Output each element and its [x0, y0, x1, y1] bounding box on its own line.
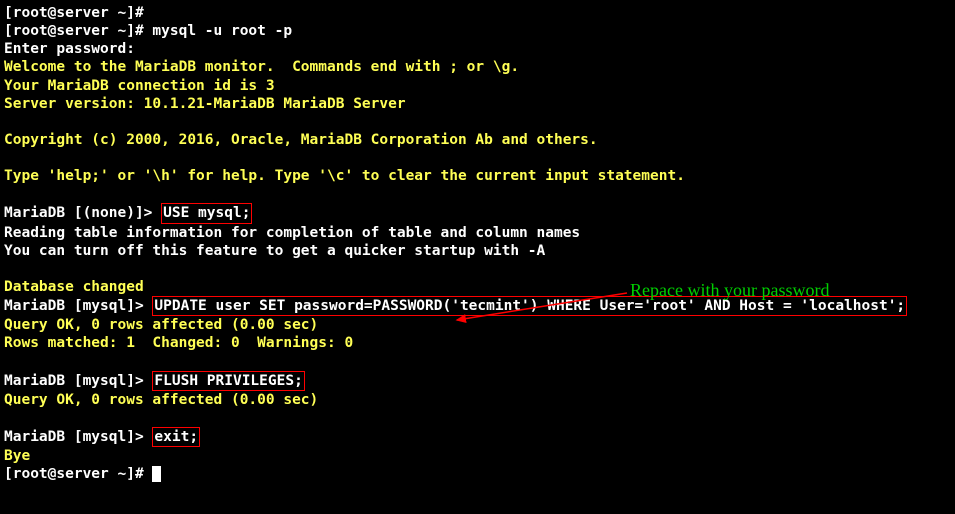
annotation-label: Repace with your password — [630, 279, 829, 302]
terminal-line — [4, 185, 951, 203]
terminal-line: Enter password: — [4, 40, 951, 58]
terminal-line: You can turn off this feature to get a q… — [4, 242, 951, 260]
shell-prompt: [root@server ~]# — [4, 466, 152, 482]
terminal-line: Server version: 10.1.21-MariaDB MariaDB … — [4, 95, 951, 113]
output-text: Copyright (c) 2000, 2016, Oracle, MariaD… — [4, 132, 598, 148]
terminal-line — [4, 409, 951, 427]
terminal-line: Copyright (c) 2000, 2016, Oracle, MariaD… — [4, 131, 951, 149]
output-text: You can turn off this feature to get a q… — [4, 243, 545, 259]
highlighted-command: exit; — [152, 427, 200, 447]
terminal-line — [4, 149, 951, 167]
terminal-output: [root@server ~]# [root@server ~]# mysql … — [4, 4, 951, 483]
terminal-line: [root@server ~]# — [4, 4, 951, 22]
terminal-line: [root@server ~]# — [4, 465, 951, 483]
db-prompt: MariaDB [mysql]> — [4, 298, 152, 314]
terminal-line: Query OK, 0 rows affected (0.00 sec) — [4, 316, 951, 334]
terminal-line: Reading table information for completion… — [4, 224, 951, 242]
shell-prompt: [root@server ~]# — [4, 5, 152, 21]
terminal-line — [4, 352, 951, 370]
terminal-line: [root@server ~]# mysql -u root -p — [4, 22, 951, 40]
db-prompt: MariaDB [mysql]> — [4, 429, 152, 445]
output-text: Query OK, 0 rows affected (0.00 sec) — [4, 317, 318, 333]
terminal-line: Query OK, 0 rows affected (0.00 sec) — [4, 391, 951, 409]
db-prompt: MariaDB [(none)]> — [4, 205, 161, 221]
terminal-line: Your MariaDB connection id is 3 — [4, 77, 951, 95]
output-text: Enter password: — [4, 41, 135, 57]
output-text: Database changed — [4, 279, 144, 295]
output-text: Type 'help;' or '\h' for help. Type '\c'… — [4, 168, 685, 184]
terminal-line: MariaDB [mysql]> FLUSH PRIVILEGES; — [4, 371, 951, 391]
output-text: Bye — [4, 448, 30, 464]
output-text: Reading table information for completion… — [4, 225, 580, 241]
terminal-line: Rows matched: 1 Changed: 0 Warnings: 0 — [4, 334, 951, 352]
db-prompt: MariaDB [mysql]> — [4, 373, 152, 389]
output-text: Query OK, 0 rows affected (0.00 sec) — [4, 392, 318, 408]
terminal-line: MariaDB [(none)]> USE mysql; — [4, 203, 951, 223]
output-text: Server version: 10.1.21-MariaDB MariaDB … — [4, 96, 406, 112]
terminal-line: Bye — [4, 447, 951, 465]
shell-prompt: [root@server ~]# — [4, 23, 152, 39]
terminal-line: Welcome to the MariaDB monitor. Commands… — [4, 58, 951, 76]
terminal-line: MariaDB [mysql]> exit; — [4, 427, 951, 447]
terminal-line: Type 'help;' or '\h' for help. Type '\c'… — [4, 167, 951, 185]
output-text: Your MariaDB connection id is 3 — [4, 78, 275, 94]
output-text: Welcome to the MariaDB monitor. Commands… — [4, 59, 519, 75]
terminal-line — [4, 113, 951, 131]
highlighted-command: FLUSH PRIVILEGES; — [152, 371, 304, 391]
terminal-line — [4, 260, 951, 278]
shell-command: mysql -u root -p — [152, 23, 292, 39]
highlighted-command: USE mysql; — [161, 203, 252, 223]
output-text: Rows matched: 1 Changed: 0 Warnings: 0 — [4, 335, 353, 351]
cursor-icon — [152, 466, 161, 482]
